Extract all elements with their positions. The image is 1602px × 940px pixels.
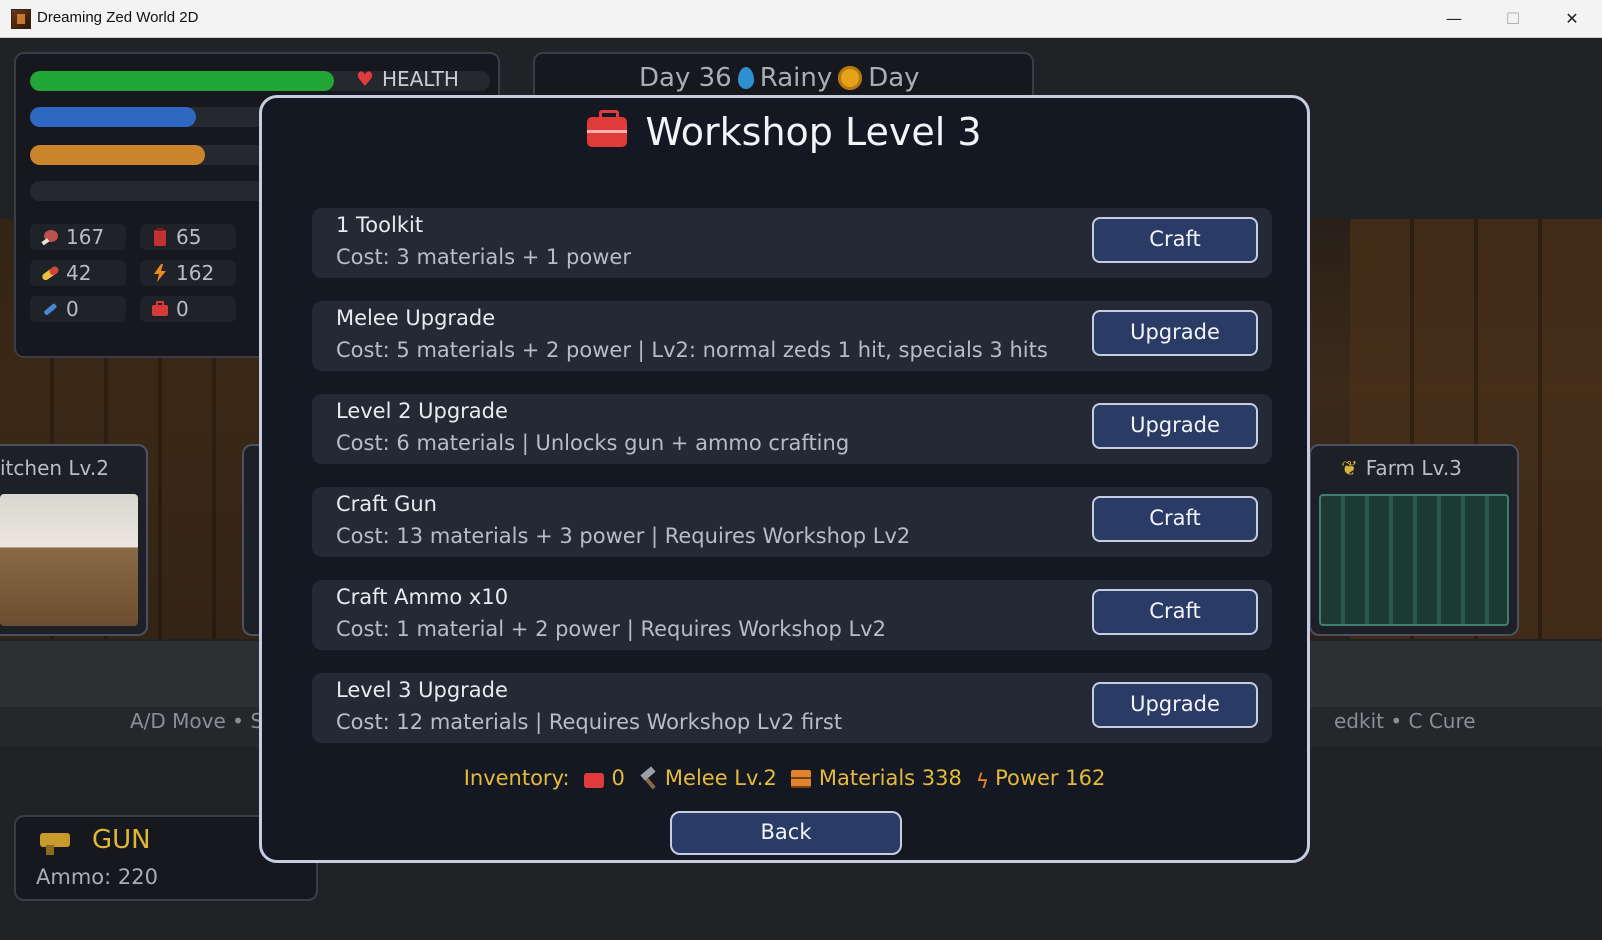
craft-toolkit-button[interactable]: Craft [1092, 217, 1258, 263]
day-counter: Day 36 [639, 63, 732, 93]
level2-upgrade-button[interactable]: Upgrade [1092, 403, 1258, 449]
stat-toolkits: 0 [140, 296, 236, 322]
health-label: ♥ HEALTH [356, 67, 459, 91]
workshop-modal: Workshop Level 3 1 Toolkit Cost: 3 mater… [259, 95, 1310, 863]
ammo-count: Ammo: 220 [36, 865, 158, 889]
fuel-can-icon [154, 228, 166, 246]
weather-label: Rainy [759, 63, 833, 93]
toolbox-icon [152, 301, 168, 316]
stat-meds-value: 42 [66, 261, 92, 285]
minimize-button[interactable]: — [1425, 0, 1483, 38]
recipe-row: Level 3 Upgrade Cost: 12 materials | Req… [312, 673, 1272, 743]
recipe-cost: Cost: 13 materials + 3 power | Requires … [336, 524, 911, 548]
modal-title: Workshop Level 3 [262, 110, 1307, 154]
recipe-row: Level 2 Upgrade Cost: 6 materials | Unlo… [312, 394, 1272, 464]
room-kitchen-label: itchen Lv.2 [0, 456, 109, 480]
brick-icon [790, 770, 811, 788]
room-farm[interactable]: ❦ Farm Lv.3 [1309, 444, 1519, 636]
maximize-button[interactable]: ☐ [1484, 0, 1542, 38]
craft-ammo-button[interactable]: Craft [1092, 589, 1258, 635]
room-kitchen[interactable]: itchen Lv.2 [0, 444, 148, 636]
window-title: Dreaming Zed World 2D [37, 9, 199, 26]
recipe-cost: Cost: 5 materials + 2 power | Lv2: norma… [336, 338, 1048, 362]
stat-power: 162 [140, 260, 236, 286]
stat-fuel-value: 65 [176, 225, 202, 249]
stat-power-value: 162 [176, 261, 215, 285]
controls-hint-left: A/D Move • S [130, 709, 264, 733]
sun-icon [838, 66, 863, 90]
stat-food: 167 [30, 224, 126, 250]
recipe-title: Craft Ammo x10 [336, 585, 509, 609]
modal-title-text: Workshop Level 3 [645, 110, 982, 154]
recipe-title: 1 Toolkit [336, 213, 424, 237]
level3-upgrade-button[interactable]: Upgrade [1092, 682, 1258, 728]
app-icon [11, 9, 31, 29]
heart-icon: ♥ [356, 67, 374, 91]
recipe-row: Melee Upgrade Cost: 5 materials + 2 powe… [312, 301, 1272, 371]
weapon-title: GUN [92, 825, 151, 855]
close-button[interactable]: ✕ [1543, 0, 1601, 38]
lightning-icon: ϟ [975, 769, 990, 793]
toolbox-icon [587, 110, 628, 147]
energy-bar [30, 107, 196, 127]
stat-food-value: 167 [66, 225, 105, 249]
stat-cure: 0 [30, 296, 126, 322]
recipe-title: Level 3 Upgrade [336, 678, 508, 702]
inventory-label: Inventory: [463, 766, 570, 790]
melee-upgrade-button[interactable]: Upgrade [1092, 310, 1258, 356]
health-bar [30, 71, 334, 91]
health-label-text: HEALTH [381, 67, 459, 91]
recipe-title: Level 2 Upgrade [336, 399, 508, 423]
recipe-title: Melee Upgrade [336, 306, 496, 330]
back-button[interactable]: Back [670, 811, 902, 855]
time-of-day-label: Day [868, 63, 920, 93]
recipe-title: Craft Gun [336, 492, 437, 516]
inventory-summary: Inventory: 0 Melee Lv.2 Materials 338 ϟ Power… [262, 766, 1307, 793]
recipe-cost: Cost: 3 materials + 1 power [336, 245, 631, 269]
rain-drop-icon [737, 67, 754, 89]
game-viewport: A/D Move • S edkit • C Cure ♥ HEALTH 167 … [0, 39, 1602, 940]
room-farm-label: ❦ Farm Lv.3 [1341, 456, 1462, 480]
inventory-materials: Materials 338 [818, 766, 962, 790]
controls-hint-right: edkit • C Cure [1334, 709, 1476, 733]
gun-icon [40, 833, 70, 855]
hammer-icon [639, 770, 657, 788]
toolbox-icon [583, 773, 604, 788]
kitchen-art [0, 494, 138, 626]
recipe-cost: Cost: 1 material + 2 power | Requires Wo… [336, 617, 886, 641]
recipe-cost: Cost: 12 materials | Requires Workshop L… [336, 710, 843, 734]
craft-gun-button[interactable]: Craft [1092, 496, 1258, 542]
window-titlebar: Dreaming Zed World 2D — ☐ ✕ [0, 0, 1602, 38]
recipe-row: Craft Gun Cost: 13 materials + 3 power |… [312, 487, 1272, 557]
stat-toolkits-value: 0 [176, 297, 189, 321]
farm-art [1319, 494, 1509, 626]
stat-cure-value: 0 [66, 297, 79, 321]
stat-meds: 42 [30, 260, 126, 286]
inventory-melee: Melee Lv.2 [664, 766, 777, 790]
recipe-row: Craft Ammo x10 Cost: 1 material + 2 powe… [312, 580, 1272, 650]
meat-icon [41, 230, 58, 246]
recipe-cost: Cost: 6 materials | Unlocks gun + ammo c… [336, 431, 850, 455]
room-farm-label-text: Farm Lv.3 [1365, 456, 1462, 480]
corn-icon: ❦ [1341, 456, 1358, 480]
inventory-toolkits: 0 [611, 766, 625, 790]
pill-icon [42, 266, 59, 281]
inventory-power: Power 162 [995, 766, 1106, 790]
recipe-row: 1 Toolkit Cost: 3 materials + 1 power Cr… [312, 208, 1272, 278]
stat-fuel: 65 [140, 224, 236, 250]
syringe-icon [44, 303, 57, 315]
hunger-bar [30, 145, 205, 165]
lightning-icon [154, 264, 166, 282]
